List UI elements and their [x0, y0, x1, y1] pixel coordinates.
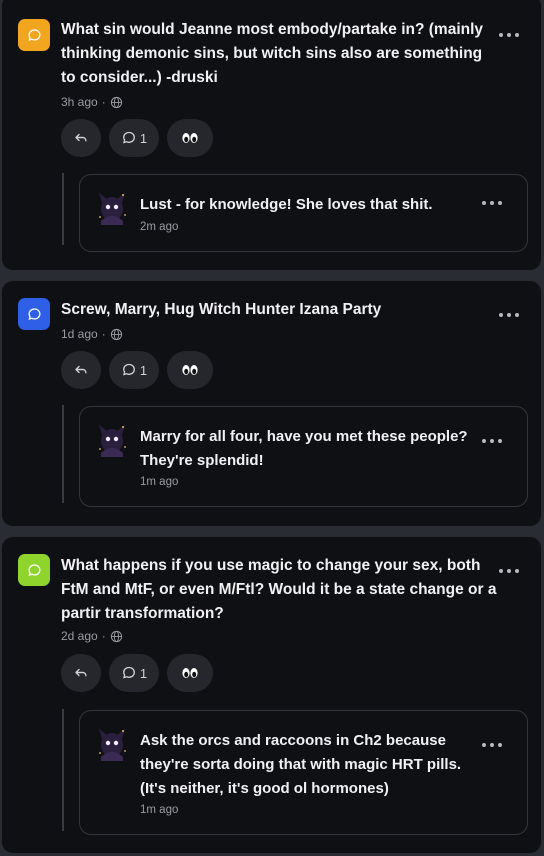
post-meta: 2d ago ·: [61, 629, 123, 643]
reply-arrow-icon: [75, 133, 87, 142]
more-dots-icon[interactable]: [499, 308, 519, 322]
reply-card: Ask the orcs and raccoons in Ch2 because…: [79, 710, 528, 835]
globe-icon: [110, 96, 122, 108]
post-time: 3h ago: [61, 95, 98, 109]
reply-time: 2m ago: [140, 221, 179, 233]
post-time: 1d ago: [61, 327, 98, 341]
reply-button[interactable]: [61, 351, 101, 389]
more-dots-icon[interactable]: [499, 564, 519, 578]
question-text: Screw, Marry, Hug Witch Hunter Izana Par…: [61, 301, 382, 318]
speech-bubble-icon: [27, 28, 40, 41]
comment-count: 1: [139, 130, 148, 146]
thread-line: [62, 405, 64, 503]
comment-count: 1: [139, 362, 148, 378]
comment-icon: [122, 131, 135, 144]
comment-icon: [122, 363, 135, 376]
reply-arrow-icon: [75, 668, 87, 677]
more-dots-icon[interactable]: [482, 434, 502, 448]
eyes-icon: [182, 668, 198, 678]
globe-icon: [110, 630, 122, 642]
question-icon: [18, 19, 50, 51]
reply-text: Marry for all four, have you met these p…: [140, 428, 468, 469]
reply-card: Marry for all four, have you met these p…: [79, 406, 528, 507]
avatar: [99, 193, 126, 225]
post-time: 2d ago: [61, 629, 98, 643]
thread-line: [62, 709, 64, 831]
globe-icon: [110, 328, 122, 340]
eyes-reaction-button[interactable]: [167, 119, 213, 157]
question-icon: [18, 554, 50, 586]
post-meta: 3h ago ·: [61, 95, 123, 109]
thread-line: [62, 173, 64, 245]
reply-text: Ask the orcs and raccoons in Ch2 because…: [140, 732, 462, 797]
reply-arrow-icon: [75, 365, 87, 374]
post-card: What sin would Jeanne most embody/partak…: [1, 0, 542, 271]
question-icon: [18, 298, 50, 330]
reply-time: 1m ago: [140, 476, 179, 488]
eyes-icon: [182, 365, 198, 375]
eyes-reaction-button[interactable]: [167, 654, 213, 692]
speech-bubble-icon: [27, 563, 40, 576]
post-card: Screw, Marry, Hug Witch Hunter Izana Par…: [1, 280, 542, 527]
post-card: What happens if you use magic to change …: [1, 536, 542, 854]
reply-card: Lust - for knowledge! She loves that shi…: [79, 174, 528, 252]
comment-count: 1: [139, 665, 148, 681]
comments-button[interactable]: 1: [109, 351, 159, 389]
avatar: [99, 425, 126, 457]
post-meta: 1d ago ·: [61, 327, 123, 341]
speech-bubble-icon: [27, 307, 40, 320]
question-text: What sin would Jeanne most embody/partak…: [61, 21, 484, 86]
reply-button[interactable]: [61, 654, 101, 692]
eyes-reaction-button[interactable]: [167, 351, 213, 389]
reply-text: Lust - for knowledge! She loves that shi…: [140, 196, 433, 213]
question-text: What happens if you use magic to change …: [61, 557, 497, 622]
avatar: [99, 729, 126, 761]
comments-button[interactable]: 1: [109, 119, 159, 157]
comment-icon: [122, 666, 135, 679]
more-dots-icon[interactable]: [482, 738, 502, 752]
reply-button[interactable]: [61, 119, 101, 157]
reply-time: 1m ago: [140, 804, 179, 816]
more-dots-icon[interactable]: [482, 196, 502, 210]
more-dots-icon[interactable]: [499, 28, 519, 42]
eyes-icon: [182, 133, 198, 143]
comments-button[interactable]: 1: [109, 654, 159, 692]
